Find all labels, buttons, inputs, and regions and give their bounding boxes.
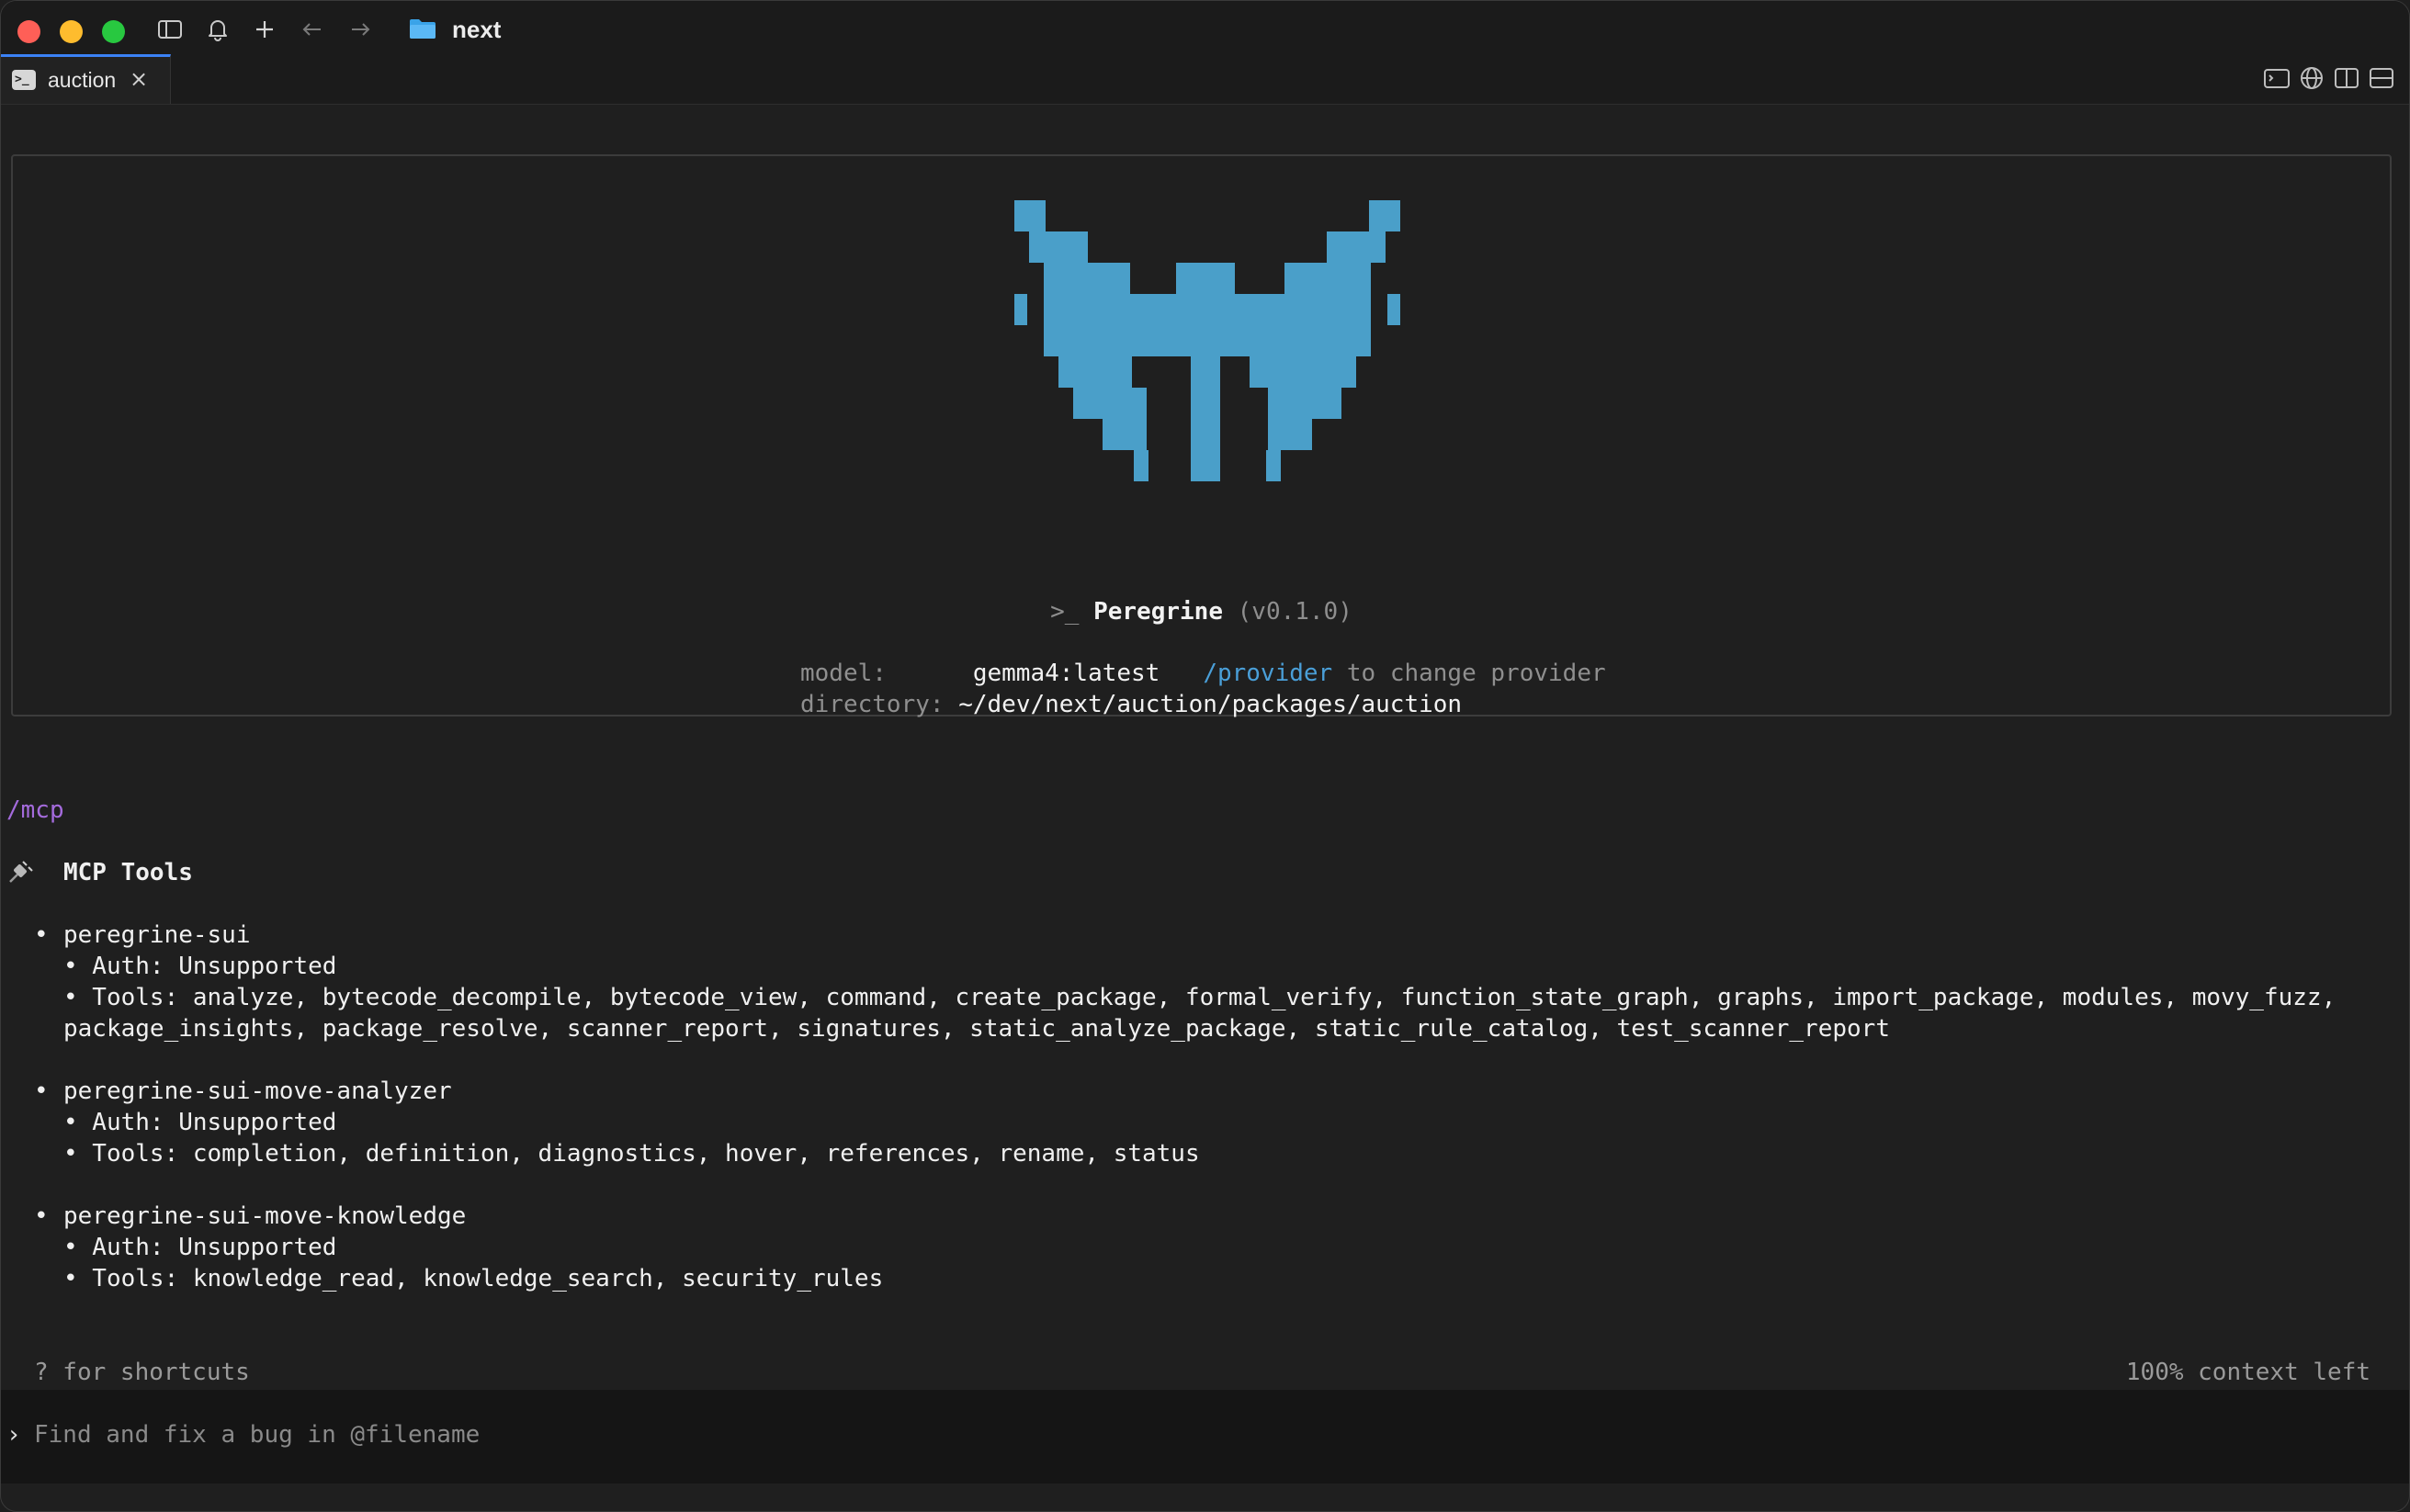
server-auth: • Auth: Unsupported <box>63 953 337 980</box>
product-version: (v0.1.0) <box>1237 598 1352 626</box>
provider-hint: to change provider <box>1346 660 1606 687</box>
title-bar: next <box>1 1 2409 55</box>
prompt-input[interactable] <box>34 1416 2331 1454</box>
model-value: gemma4:latest <box>972 660 1160 687</box>
arrow-right-icon[interactable] <box>345 16 376 47</box>
shortcuts-hint: ? for shortcuts <box>34 1359 250 1386</box>
tab-label: auction <box>48 68 117 92</box>
server-bullet: • <box>34 1078 49 1105</box>
provider-command[interactable]: /provider <box>1203 660 1332 687</box>
terminal-content: >_ Peregrine (v0.1.0) model: gemma4:late… <box>1 105 2409 1511</box>
terminal-icon[interactable] <box>2262 63 2291 93</box>
folder-icon <box>409 17 436 39</box>
split-vertical-icon[interactable] <box>2332 63 2361 93</box>
bell-icon[interactable] <box>202 16 233 47</box>
prompt-symbol: >_ <box>1050 598 1080 626</box>
tab-bar: >_ auction × <box>1 54 2409 105</box>
directory-row: directory: ~/dev/next/auction/packages/a… <box>800 689 1462 720</box>
arrow-left-icon[interactable] <box>297 16 328 47</box>
tabbar-actions <box>2262 63 2400 93</box>
context-left: 100% context left <box>2125 1359 2370 1386</box>
terminal-icon: >_ <box>12 70 36 90</box>
server-bullet: • <box>34 1202 49 1230</box>
server-name: peregrine-sui-move-knowledge <box>63 1202 467 1230</box>
peregrine-logo <box>1014 200 1400 481</box>
zoom-window-button[interactable] <box>102 20 125 43</box>
section-title: MCP Tools <box>63 859 193 886</box>
server-auth: • Auth: Unsupported <box>63 1109 337 1136</box>
model-label: model: <box>800 660 887 687</box>
server-tools: • Tools: completion, definition, diagnos… <box>63 1140 1200 1168</box>
server-name: peregrine-sui <box>63 921 251 949</box>
split-horizontal-icon[interactable] <box>2367 63 2396 93</box>
tab-auction[interactable]: >_ auction × <box>1 54 171 104</box>
terminal-window: next >_ auction × >_ Peregrine (v0.1.0) … <box>0 0 2410 1512</box>
server-name: peregrine-sui-move-analyzer <box>63 1078 452 1105</box>
server-bullet: • <box>34 921 49 949</box>
close-window-button[interactable] <box>17 20 40 43</box>
server-auth: • Auth: Unsupported <box>63 1234 337 1261</box>
server-tools: • Tools: knowledge_read, knowledge_searc… <box>63 1265 884 1292</box>
welcome-banner: >_ Peregrine (v0.1.0) model: gemma4:late… <box>11 154 2392 720</box>
directory-label: directory: <box>800 691 945 718</box>
plus-icon[interactable] <box>249 16 280 47</box>
minimize-window-button[interactable] <box>60 20 83 43</box>
server-tools-continued: package_insights, package_resolve, scann… <box>63 1015 1890 1043</box>
plug-icon <box>5 856 36 887</box>
entered-command: /mcp <box>6 796 64 824</box>
model-row: model: gemma4:latest /provider to change… <box>800 658 1606 689</box>
sidebar-toggle-icon[interactable] <box>154 16 186 47</box>
window-title: next <box>452 16 502 43</box>
product-header: >_ Peregrine (v0.1.0) <box>13 595 2390 628</box>
close-icon[interactable]: × <box>130 65 148 93</box>
prompt-input-area: › <box>1 1390 2409 1484</box>
directory-value: ~/dev/next/auction/packages/auction <box>958 691 1463 718</box>
prompt-caret: › <box>6 1421 21 1449</box>
server-tools: • Tools: analyze, bytecode_decompile, by… <box>63 984 2336 1011</box>
globe-icon[interactable] <box>2297 63 2326 93</box>
product-name: Peregrine <box>1093 598 1223 626</box>
